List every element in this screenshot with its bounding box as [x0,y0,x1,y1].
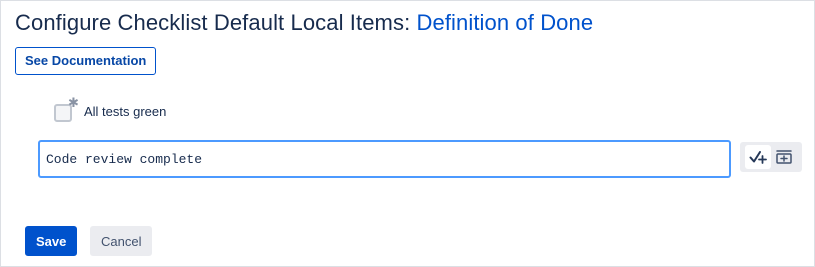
see-documentation-button[interactable]: See Documentation [15,47,157,75]
asterisk-icon: ✱ [68,95,79,111]
save-button[interactable]: Save [25,226,78,256]
add-checkmark-icon [749,151,767,164]
checklist-name-link[interactable]: Definition of Done [417,10,594,35]
page-title: Configure Checklist Default Local Items:… [15,10,593,36]
item-toolbar [740,142,802,172]
cancel-button[interactable]: Cancel [90,226,153,256]
item-checkbox[interactable]: ✱ [54,97,79,122]
insert-section-icon [776,150,792,164]
page-title-prefix: Configure Checklist Default Local Items: [15,10,417,35]
checklist-item-label[interactable]: All tests green [84,104,166,119]
checklist-config-panel: Configure Checklist Default Local Items:… [0,0,815,267]
checklist-item: ✱ All tests green [54,97,166,122]
insert-section-button[interactable] [771,145,797,169]
add-checkmark-button[interactable] [745,145,771,169]
new-item-input[interactable] [38,140,731,178]
